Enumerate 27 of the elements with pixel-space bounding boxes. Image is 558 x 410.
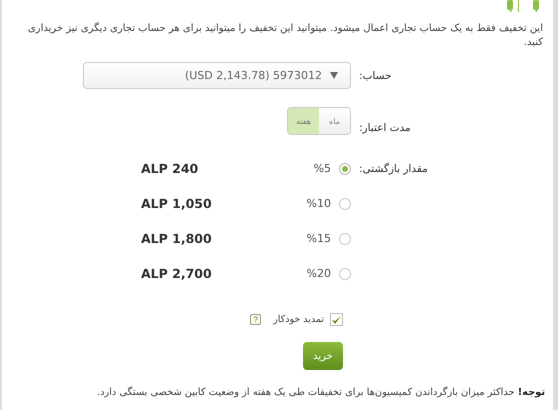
radio-button[interactable] (339, 232, 351, 244)
amount-label: ALP 2,700 (141, 266, 213, 281)
logo-icon (507, 0, 541, 12)
radio-button[interactable] (339, 268, 351, 280)
description-text: این تخفیف فقط به یک حساب تجاری اعمال میشود. میتوانید این تخفیف را میتوانید برای هر حساب تجاری دیگری نیز خریداری کنید. (26, 22, 544, 48)
auto-renew-checkbox[interactable] (330, 313, 343, 326)
radio-button[interactable] (339, 162, 351, 174)
percent-label: %5 (312, 162, 331, 175)
period-toggle[interactable]: هفته (288, 108, 319, 134)
radio-button[interactable] (339, 198, 351, 210)
note-text: توجه! حداکثر میزان بازگرداندن کمیسیون‌ها برای تخفیفات طی یک هفته از وضعیت کابین شخصی بستگی دارد. (96, 386, 545, 400)
account-dropdown[interactable]: (USD 2,143.78) 5973012 (83, 62, 351, 89)
buy-button[interactable]: خرید (303, 342, 343, 370)
amount-label: ALP 240 (141, 161, 200, 176)
period-toggle[interactable]: ماه (319, 108, 350, 134)
cashback-label: مقدار بازگشتی: (359, 162, 429, 175)
percent-label: %15 (306, 232, 331, 245)
caret-icon (330, 72, 338, 79)
account-label: حساب: (359, 70, 392, 82)
amount-label: ALP 1,050 (141, 196, 213, 211)
percent-label: %10 (306, 197, 331, 210)
percent-label: %20 (306, 267, 331, 280)
amount-label: ALP 1,800 (141, 231, 213, 246)
auto-renew-label: تمدید خودکار (273, 314, 324, 325)
help-button[interactable]: ? (250, 314, 262, 325)
validity-label: مدت اعتبار: (359, 122, 412, 134)
check-icon (331, 314, 342, 324)
